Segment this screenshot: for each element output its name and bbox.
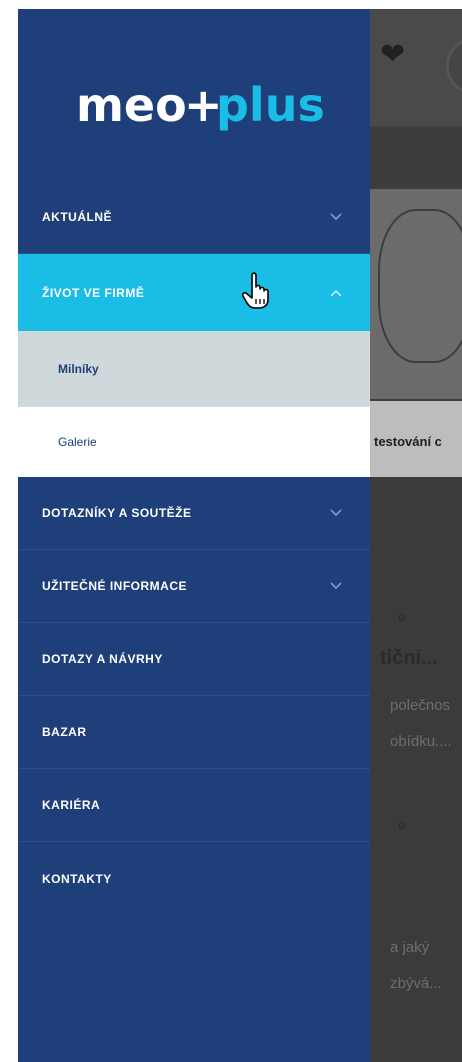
background-title: tiční...: [380, 647, 438, 669]
nav-item-label: UŽITEČNÉ INFORMACE: [42, 579, 187, 593]
nav-list: AKTUÁLNĚ ŽIVOT VE FIRMĚ Milníky Galerie …: [18, 181, 370, 915]
nav-item-uzitecne-informace[interactable]: UŽITEČNÉ INFORMACE: [18, 550, 370, 623]
background-line-2: obídku....: [390, 733, 452, 750]
subnav-item-label: Milníky: [58, 362, 99, 376]
nav-item-kontakty[interactable]: KONTAKTY: [18, 842, 370, 915]
background-line-4: zbývá...: [390, 975, 442, 992]
background-line-3: a jaký: [390, 939, 430, 956]
nav-item-kariera[interactable]: KARIÉRA: [18, 769, 370, 842]
nav-item-dotazniky-a-souteze[interactable]: DOTAZNÍKY A SOUTĚŽE: [18, 477, 370, 550]
nav-item-label: DOTAZNÍKY A SOUTĚŽE: [42, 506, 192, 520]
meo-plus-logo[interactable]: meo + plus: [76, 73, 336, 143]
chevron-up-icon[interactable]: [327, 284, 345, 302]
subnav-item-label: Galerie: [58, 435, 97, 449]
nav-item-label: KARIÉRA: [42, 798, 101, 812]
svg-text:plus: plus: [216, 78, 325, 132]
sidebar-menu: meo + plus AKTUÁLNĚ ŽIVOT VE FIRMĚ Milní…: [18, 9, 370, 1062]
background-image: [368, 189, 462, 399]
nav-item-bazar[interactable]: BAZAR: [18, 696, 370, 769]
nav-item-label: KONTAKTY: [42, 871, 112, 886]
nav-item-zivot-ve-firme[interactable]: ŽIVOT VE FIRMĚ: [18, 254, 370, 331]
chevron-down-icon[interactable]: [327, 504, 345, 522]
nav-item-dotazy-a-navrhy[interactable]: DOTAZY A NÁVRHY: [18, 623, 370, 696]
background-card-caption: testování c: [374, 434, 442, 449]
nav-item-label: AKTUÁLNĚ: [42, 210, 112, 224]
heart-icon: ❤: [380, 38, 406, 71]
subnav-item-milniky[interactable]: Milníky: [18, 331, 370, 407]
chevron-down-icon[interactable]: [327, 208, 345, 226]
nav-item-label: BAZAR: [42, 725, 87, 739]
background-meta-1: o: [398, 609, 406, 624]
subnav-item-galerie[interactable]: Galerie: [18, 407, 370, 477]
chevron-down-icon[interactable]: [327, 577, 345, 595]
nav-item-label: DOTAZY A NÁVRHY: [42, 652, 163, 666]
nav-item-label: ŽIVOT VE FIRMĚ: [42, 285, 145, 300]
nav-item-aktualne[interactable]: AKTUÁLNĚ: [18, 181, 370, 254]
background-meta-2: o: [398, 817, 406, 832]
svg-text:meo: meo: [76, 78, 187, 132]
background-line-1: polečnos: [390, 697, 451, 714]
hand-cursor-icon: [240, 271, 276, 311]
